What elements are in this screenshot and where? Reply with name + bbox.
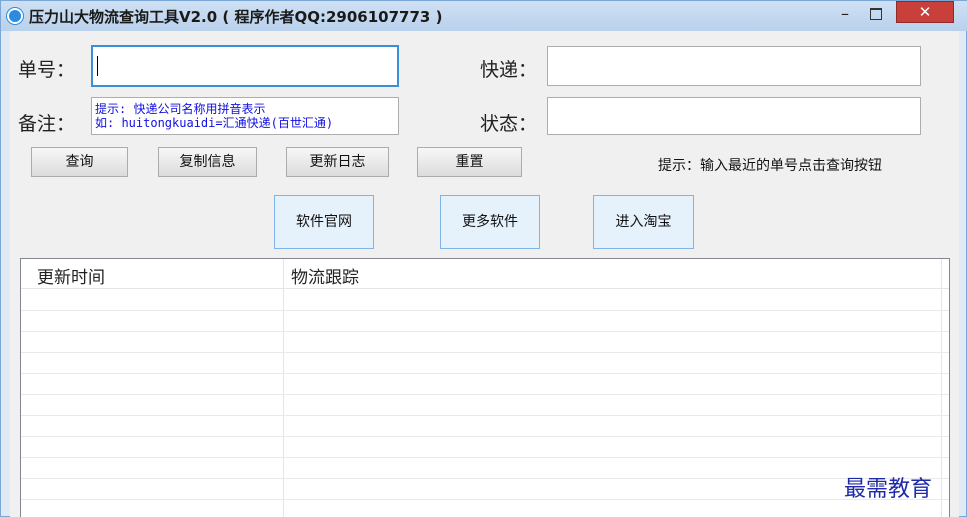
- more-software-button[interactable]: 更多软件: [440, 195, 540, 249]
- maximize-button[interactable]: [863, 5, 887, 25]
- courier-label: 快递：: [480, 59, 538, 81]
- official-site-button[interactable]: 软件官网: [274, 195, 374, 249]
- copy-info-button[interactable]: 复制信息: [158, 147, 257, 177]
- text-caret: [97, 56, 98, 76]
- tracking-number-label: 单号：: [18, 59, 76, 81]
- list-row: [21, 310, 949, 311]
- list-row: [21, 394, 949, 395]
- status-label: 状态：: [480, 113, 538, 135]
- changelog-button[interactable]: 更新日志: [286, 147, 389, 177]
- list-row: [21, 436, 949, 437]
- app-logo-icon: [7, 8, 23, 24]
- status-input[interactable]: [547, 97, 921, 135]
- note-label: 备注：: [18, 113, 76, 135]
- list-row: [21, 499, 949, 500]
- column-logistics-tracking[interactable]: 物流跟踪: [291, 263, 359, 288]
- note-textbox[interactable]: 提示: 快递公司名称用拼音表示 如: huitongkuaidi=汇通快递(百世…: [91, 97, 399, 135]
- list-row: [21, 331, 949, 332]
- list-row: [21, 478, 949, 479]
- watermark-text: 最需教育: [844, 477, 933, 502]
- taobao-button[interactable]: 进入淘宝: [593, 195, 694, 249]
- query-button[interactable]: 查询: [31, 147, 128, 177]
- close-button[interactable]: ✕: [896, 1, 954, 23]
- note-line-1: 提示: 快递公司名称用拼音表示: [95, 102, 266, 116]
- hint-text: 提示：输入最近的单号点击查询按钮: [658, 158, 882, 174]
- window-title: 压力山大物流查询工具V2.0 ( 程序作者QQ:2906107773 ): [29, 8, 443, 26]
- note-line-2: 如: huitongkuaidi=汇通快递(百世汇通): [95, 116, 334, 130]
- column-update-time[interactable]: 更新时间: [37, 263, 105, 288]
- reset-button[interactable]: 重置: [417, 147, 522, 177]
- list-row: [21, 373, 949, 374]
- list-row: [21, 352, 949, 353]
- app-window: 压力山大物流查询工具V2.0 ( 程序作者QQ:2906107773 ) – ✕…: [0, 0, 967, 517]
- minimize-button[interactable]: –: [833, 5, 857, 25]
- tracking-list[interactable]: 更新时间 物流跟踪: [20, 258, 950, 517]
- title-bar[interactable]: 压力山大物流查询工具V2.0 ( 程序作者QQ:2906107773 ) – ✕: [1, 1, 967, 31]
- courier-input[interactable]: [547, 46, 921, 86]
- tracking-number-input[interactable]: [91, 45, 399, 87]
- list-header: 更新时间 物流跟踪: [21, 259, 949, 289]
- list-row: [21, 457, 949, 458]
- list-row: [21, 415, 949, 416]
